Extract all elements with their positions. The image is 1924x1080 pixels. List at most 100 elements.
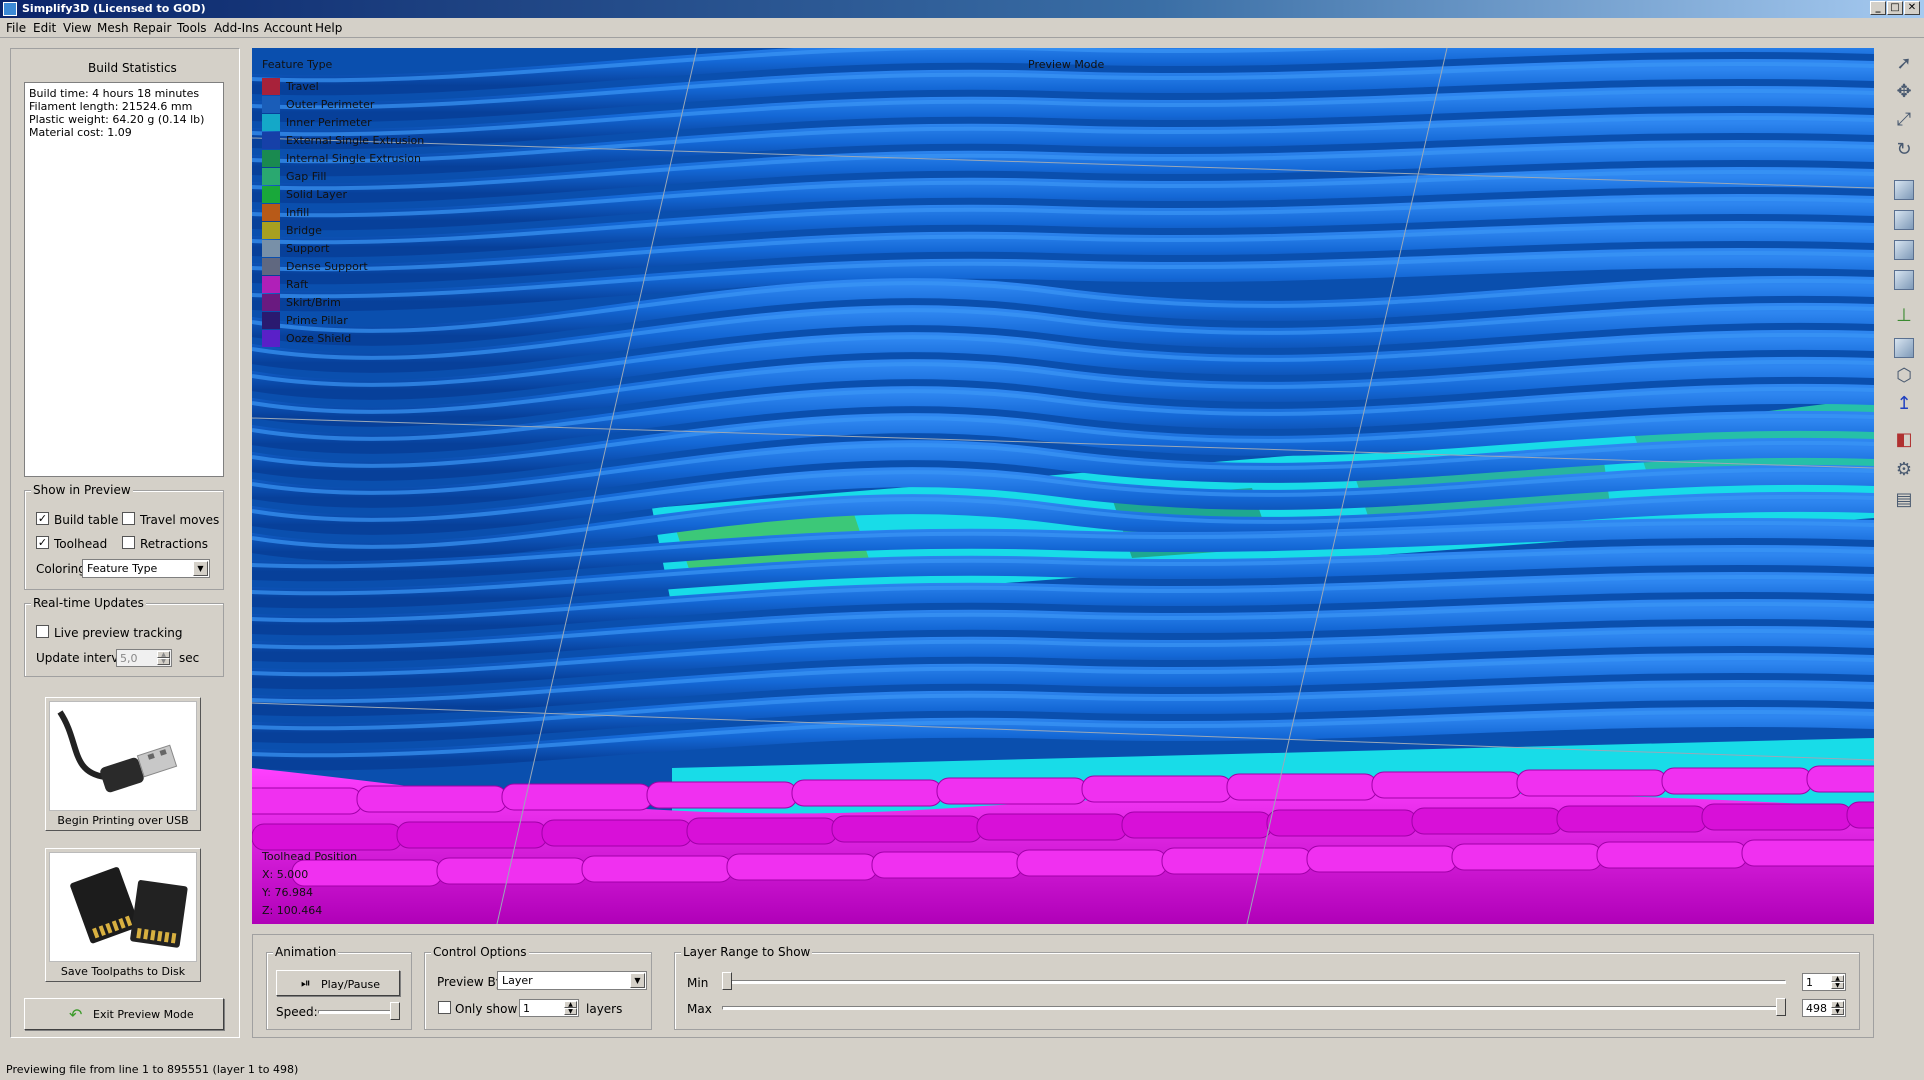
close-button[interactable]: ✕ bbox=[1904, 1, 1920, 15]
cursor-icon[interactable]: ➚ bbox=[1892, 52, 1916, 76]
save-toolpaths-button[interactable]: Save Toolpaths to Disk bbox=[45, 848, 201, 982]
retractions-checkbox[interactable] bbox=[122, 536, 135, 549]
view-default-icon[interactable] bbox=[1894, 180, 1914, 200]
toolhead-y: Y: 76.984 bbox=[262, 886, 313, 899]
stat-material-cost: Material cost: 1.09 bbox=[29, 126, 132, 139]
menu-edit[interactable]: Edit bbox=[33, 21, 56, 35]
update-interval-input[interactable]: 5,0 ▲ ▼ bbox=[116, 649, 172, 667]
layer-max-slider-track[interactable] bbox=[722, 1006, 1786, 1010]
chevron-down-icon: ▼ bbox=[193, 561, 208, 576]
rotate-icon[interactable]: ↻ bbox=[1892, 138, 1916, 162]
menu-file[interactable]: File bbox=[6, 21, 26, 35]
legend-label: Gap Fill bbox=[286, 170, 327, 183]
travel-moves-label: Travel moves bbox=[140, 513, 220, 527]
preview-by-select[interactable]: Layer ▼ bbox=[497, 971, 647, 990]
title-bar: Simplify3D (Licensed to GOD) _ □ ✕ bbox=[0, 0, 1924, 18]
legend-swatch bbox=[262, 186, 280, 203]
layer-min-value: 1 bbox=[1806, 976, 1813, 989]
wireframe-cube-icon[interactable]: ⬡ bbox=[1892, 364, 1916, 388]
coloring-value: Feature Type bbox=[87, 562, 158, 575]
menu-tools[interactable]: Tools bbox=[177, 21, 207, 35]
legend-label: Travel bbox=[286, 80, 319, 93]
status-bar: Previewing file from line 1 to 895551 (l… bbox=[0, 1058, 1924, 1080]
layer-max-label: Max bbox=[687, 1002, 712, 1016]
usb-cable-icon bbox=[49, 701, 197, 811]
legend-swatch bbox=[262, 294, 280, 311]
speed-label: Speed: bbox=[276, 1005, 318, 1019]
z-axis-icon[interactable]: ↥ bbox=[1892, 392, 1916, 416]
view-top-icon[interactable] bbox=[1894, 240, 1914, 260]
control-options-title: Control Options bbox=[431, 945, 529, 959]
minimize-button[interactable]: _ bbox=[1870, 1, 1886, 15]
spin-down-icon[interactable]: ▼ bbox=[1831, 1008, 1844, 1015]
menu-bar: File Edit View Mesh Repair Tools Add-Ins… bbox=[0, 18, 1924, 38]
toolhead-x: X: 5.000 bbox=[262, 868, 309, 881]
layer-min-slider-track[interactable] bbox=[722, 980, 1786, 984]
menu-mesh[interactable]: Mesh bbox=[97, 21, 129, 35]
legend-label: Raft bbox=[286, 278, 309, 291]
spin-down-icon[interactable]: ▼ bbox=[157, 658, 170, 665]
menu-view[interactable]: View bbox=[63, 21, 91, 35]
build-table-checkbox[interactable]: ✓ bbox=[36, 512, 49, 525]
speed-slider-thumb[interactable] bbox=[390, 1002, 400, 1020]
maximize-button[interactable]: □ bbox=[1887, 1, 1903, 15]
begin-printing-usb-button[interactable]: Begin Printing over USB bbox=[45, 697, 201, 831]
exit-preview-mode-button[interactable]: ↶ Exit Preview Mode bbox=[24, 998, 224, 1030]
view-side-icon[interactable] bbox=[1894, 270, 1914, 290]
play-pause-icon: ⏯ bbox=[301, 976, 311, 990]
spin-down-icon[interactable]: ▼ bbox=[564, 1008, 577, 1015]
legend-swatch bbox=[262, 150, 280, 167]
only-show-input[interactable]: 1 ▲ ▼ bbox=[519, 999, 579, 1017]
spin-up-icon[interactable]: ▲ bbox=[564, 1001, 577, 1008]
toolhead-checkbox[interactable]: ✓ bbox=[36, 536, 49, 549]
live-preview-checkbox[interactable] bbox=[36, 625, 49, 638]
legend-swatch bbox=[262, 330, 280, 347]
animation-title: Animation bbox=[273, 945, 339, 959]
live-preview-label: Live preview tracking bbox=[54, 626, 183, 640]
legend-label: Prime Pillar bbox=[286, 314, 348, 327]
spin-up-icon[interactable]: ▲ bbox=[1831, 1001, 1844, 1008]
spin-up-icon[interactable]: ▲ bbox=[1831, 975, 1844, 982]
only-show-label: Only show bbox=[455, 1002, 518, 1016]
layer-min-slider-thumb[interactable] bbox=[722, 972, 732, 990]
axes-icon[interactable]: ⊥ bbox=[1892, 304, 1916, 328]
speed-slider-track[interactable] bbox=[318, 1010, 400, 1014]
legend-title: Feature Type bbox=[262, 58, 333, 71]
layer-range-group: Layer Range to Show bbox=[674, 945, 1860, 1030]
build-statistics-box: Build time: 4 hours 18 minutes Filament … bbox=[24, 82, 224, 477]
coloring-select[interactable]: Feature Type ▼ bbox=[82, 559, 210, 578]
sd-card-icon bbox=[49, 852, 197, 962]
coloring-label: Coloring bbox=[36, 562, 86, 576]
layer-max-slider-thumb[interactable] bbox=[1776, 998, 1786, 1016]
app-icon bbox=[3, 2, 17, 16]
legend-label: Dense Support bbox=[286, 260, 368, 273]
layer-max-value: 498 bbox=[1806, 1002, 1827, 1015]
preview-by-label: Preview By bbox=[437, 975, 503, 989]
update-interval-unit: sec bbox=[179, 651, 200, 665]
view-front-icon[interactable] bbox=[1894, 210, 1914, 230]
legend-swatch bbox=[262, 258, 280, 275]
travel-moves-checkbox[interactable] bbox=[122, 512, 135, 525]
menu-addins[interactable]: Add-Ins bbox=[214, 21, 259, 35]
layer-min-input[interactable]: 1 ▲ ▼ bbox=[1802, 973, 1846, 991]
show-in-preview-title: Show in Preview bbox=[31, 483, 133, 497]
menu-account[interactable]: Account bbox=[264, 21, 312, 35]
layers-icon[interactable]: ▤ bbox=[1892, 488, 1916, 512]
settings-icon[interactable]: ⚙ bbox=[1892, 458, 1916, 482]
scale-icon[interactable]: ⤢ bbox=[1892, 108, 1916, 132]
layer-max-input[interactable]: 498 ▲ ▼ bbox=[1802, 999, 1846, 1017]
menu-repair[interactable]: Repair bbox=[133, 21, 171, 35]
preview-viewport[interactable]: Feature Type Preview Mode Travel Outer Pe… bbox=[252, 48, 1874, 924]
section-icon[interactable]: ◧ bbox=[1892, 428, 1916, 452]
shaded-cube-icon[interactable] bbox=[1894, 338, 1914, 358]
move-icon[interactable]: ✥ bbox=[1892, 80, 1916, 104]
legend-swatch bbox=[262, 168, 280, 185]
spin-up-icon[interactable]: ▲ bbox=[157, 651, 170, 658]
window-title: Simplify3D (Licensed to GOD) bbox=[22, 2, 206, 15]
only-show-checkbox[interactable] bbox=[438, 1001, 451, 1014]
play-pause-button[interactable]: ⏯ Play/Pause bbox=[276, 970, 400, 996]
stat-build-time: Build time: 4 hours 18 minutes bbox=[29, 87, 200, 100]
spin-down-icon[interactable]: ▼ bbox=[1831, 982, 1844, 989]
legend-swatch bbox=[262, 78, 280, 95]
menu-help[interactable]: Help bbox=[315, 21, 342, 35]
